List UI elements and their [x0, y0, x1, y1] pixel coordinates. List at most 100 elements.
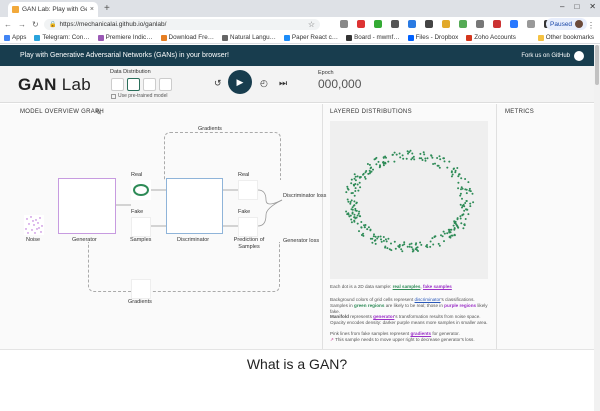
real-sample-dot: [358, 181, 361, 184]
real-sample-dot: [371, 237, 374, 240]
real-sample-dot: [387, 237, 390, 240]
fake-samples-link[interactable]: fake samples: [423, 284, 452, 289]
real-sample-dot: [385, 156, 387, 159]
extension-icon[interactable]: [374, 20, 382, 28]
real-sample-dot: [358, 230, 360, 233]
generator-node[interactable]: [58, 178, 116, 234]
extension-icon[interactable]: [425, 20, 433, 28]
data-distribution-label: Data Distribution: [110, 69, 151, 75]
play-icon: ▶: [236, 76, 244, 87]
distribution-option-line[interactable]: [111, 78, 124, 91]
real-sample-dot: [377, 235, 380, 238]
epoch-label: Epoch: [318, 70, 334, 76]
reload-icon[interactable]: ↻: [32, 20, 39, 29]
gradients-link[interactable]: gradients: [410, 331, 431, 336]
address-toolbar: ← → ↻ 🔒 https://mechanicalai.github.io/g…: [0, 17, 600, 32]
real-sample-dot: [459, 217, 462, 220]
window-close-icon[interactable]: ✕: [589, 2, 596, 11]
forward-icon[interactable]: →: [18, 20, 26, 29]
extension-icon[interactable]: [527, 20, 535, 28]
caption-text: Pink lines from fake samples represent: [330, 331, 410, 336]
bookmark-item[interactable]: Premiere Indic…: [97, 34, 153, 41]
extension-icon[interactable]: [391, 20, 399, 28]
avatar: [575, 20, 584, 28]
play-button[interactable]: ▶: [228, 70, 252, 94]
discriminator-link[interactable]: discriminator: [415, 297, 441, 302]
caption-text: purple regions: [444, 303, 477, 309]
bookmark-item[interactable]: Telegram: Con…: [34, 34, 90, 41]
bookmark-item[interactable]: Files - Dropbox: [407, 34, 458, 41]
distribution-option-draw[interactable]: [159, 78, 172, 91]
real-samples-link[interactable]: real samples: [393, 284, 421, 289]
back-icon[interactable]: ←: [4, 20, 12, 29]
real-sample-dot: [384, 246, 387, 249]
real-sample-dot: [456, 167, 459, 169]
gradient-thumbnail: [131, 279, 151, 299]
real-sample-dot: [438, 244, 441, 247]
extension-icon[interactable]: [357, 20, 365, 28]
extension-icon[interactable]: [340, 20, 348, 28]
real-sample-dot: [353, 173, 356, 176]
bookmark-star-icon[interactable]: ☆: [308, 20, 315, 29]
real-sample-dot: [459, 215, 462, 218]
banner-text: Play with Generative Adversarial Network…: [20, 52, 229, 59]
caption-gradients: Pink lines from fake samples represent g…: [330, 331, 490, 343]
edit-pencil-icon[interactable]: ✎: [95, 108, 102, 117]
real-sample-dot: [472, 201, 475, 204]
distribution-option-ring[interactable]: [127, 78, 140, 91]
extension-icon[interactable]: [408, 20, 416, 28]
real-sample-dot: [357, 189, 360, 192]
new-tab-button[interactable]: +: [104, 3, 110, 14]
extension-icon[interactable]: [493, 20, 501, 28]
profile-paused-button[interactable]: Paused: [546, 18, 588, 30]
minimize-icon[interactable]: –: [560, 2, 564, 11]
step-icon[interactable]: ⏭: [279, 78, 287, 89]
real-sample-dot: [390, 242, 392, 245]
real-sample-dot: [374, 235, 377, 238]
real-sample-dot: [436, 164, 439, 167]
real-sample-dot: [460, 222, 463, 225]
bookmark-item[interactable]: Apps: [4, 34, 26, 41]
other-bookmarks[interactable]: Other bookmarks: [537, 34, 594, 41]
real-sample-dot: [372, 168, 374, 171]
bookmark-item[interactable]: Paper React c…: [283, 34, 338, 41]
bookmark-item[interactable]: Zoho Accounts: [466, 34, 516, 41]
real-sample-dot: [390, 249, 393, 252]
real-sample-dot: [347, 212, 350, 215]
reset-icon[interactable]: ↺: [214, 78, 222, 89]
real-sample-dot: [460, 177, 463, 180]
real-sample-dot: [423, 153, 426, 156]
maximize-icon[interactable]: □: [574, 2, 579, 11]
real-sample-dot: [464, 178, 467, 180]
extension-icon[interactable]: [459, 20, 467, 28]
real-sample-dot: [371, 241, 374, 244]
real-sample-dot: [457, 187, 460, 190]
dropbox-icon: [407, 34, 414, 41]
tab-ganlab[interactable]: GAN Lab: Play with Gene… ×: [8, 2, 98, 17]
generator-link[interactable]: generator: [373, 314, 394, 319]
slow-mode-icon[interactable]: ◴: [260, 78, 268, 89]
fork-github-link[interactable]: Fork us on GitHub: [521, 50, 584, 61]
real-sample-dot: [363, 226, 366, 229]
url-bar[interactable]: 🔒 https://mechanicalai.github.io/ganlab/…: [44, 19, 320, 30]
real-sample-dot: [461, 214, 464, 216]
distribution-option-clusters[interactable]: [143, 78, 156, 91]
bookmark-item[interactable]: Board - mwmf…: [346, 34, 400, 41]
real-sample-dot: [368, 169, 371, 172]
extension-icon[interactable]: [476, 20, 484, 28]
bookmark-item[interactable]: Natural Langu…: [222, 34, 276, 41]
extension-icon[interactable]: [442, 20, 450, 28]
real-sample-dot: [426, 157, 429, 160]
real-sample-dot: [345, 191, 348, 194]
real-sample-dot: [432, 163, 435, 165]
real-sample-dot: [358, 215, 361, 218]
page-scrollbar[interactable]: [594, 45, 600, 411]
scrollbar-thumb[interactable]: [595, 45, 599, 85]
extension-icon[interactable]: [510, 20, 518, 28]
real-sample-dot: [357, 212, 360, 215]
real-sample-dot: [387, 160, 390, 163]
close-icon[interactable]: ×: [90, 6, 94, 13]
menu-icon[interactable]: ⋮: [587, 21, 595, 30]
bookmark-item[interactable]: Download Fre…: [160, 34, 214, 41]
pretrained-checkbox[interactable]: Use pre-trained model: [111, 93, 167, 99]
